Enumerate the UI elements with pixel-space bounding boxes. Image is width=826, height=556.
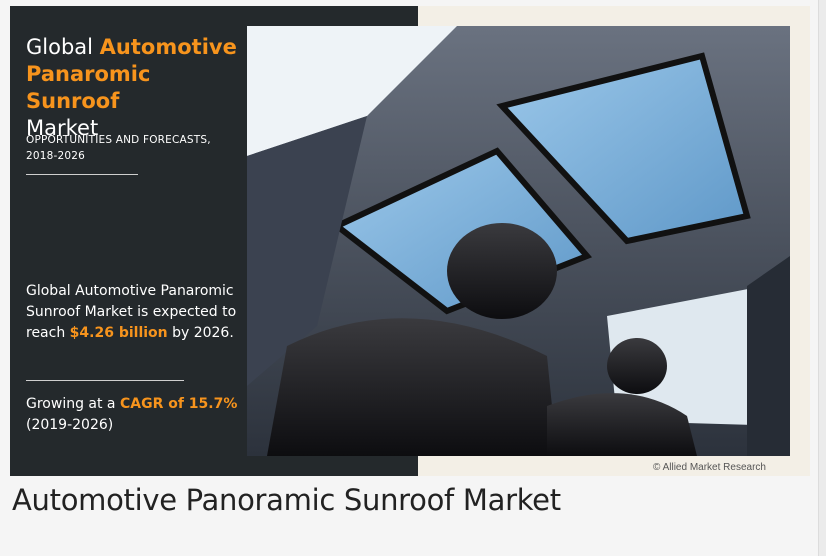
infographic-subtitle: OPPORTUNITIES AND FORECASTS, 2018-2026 [26, 132, 241, 164]
subtitle-line-2: 2018-2026 [26, 150, 86, 162]
sunroof-photo [247, 26, 790, 456]
divider [26, 380, 184, 381]
title-prefix: Global [26, 35, 100, 59]
infographic-title: Global Automotive Panaromic Sunroof Mark… [26, 34, 246, 142]
cagr-period: (2019-2026) [26, 417, 114, 433]
divider [26, 174, 138, 175]
market-size-value: $4.26 billion [69, 325, 168, 341]
title-highlight-2: Panaromic Sunroof [26, 62, 151, 113]
title-highlight-1: Automotive [99, 35, 237, 59]
market-size-text-end: by 2026. [167, 325, 234, 341]
copyright-notice: © Allied Market Research [653, 462, 766, 473]
cagr-text: Growing at a [26, 396, 120, 412]
scrollbar-track[interactable] [818, 0, 826, 556]
subtitle-line-1: OPPORTUNITIES AND FORECASTS, [26, 134, 211, 146]
page-title: Automotive Panoramic Sunroof Market [12, 483, 561, 517]
infographic-banner: Global Automotive Panaromic Sunroof Mark… [10, 6, 810, 476]
cagr-stat: Growing at a CAGR of 15.7% (2019-2026) [26, 394, 256, 436]
market-size-stat: Global Automotive Panaromic Sunroof Mark… [26, 281, 256, 344]
car-interior-illustration [247, 26, 790, 456]
cagr-value: CAGR of 15.7% [119, 396, 238, 412]
